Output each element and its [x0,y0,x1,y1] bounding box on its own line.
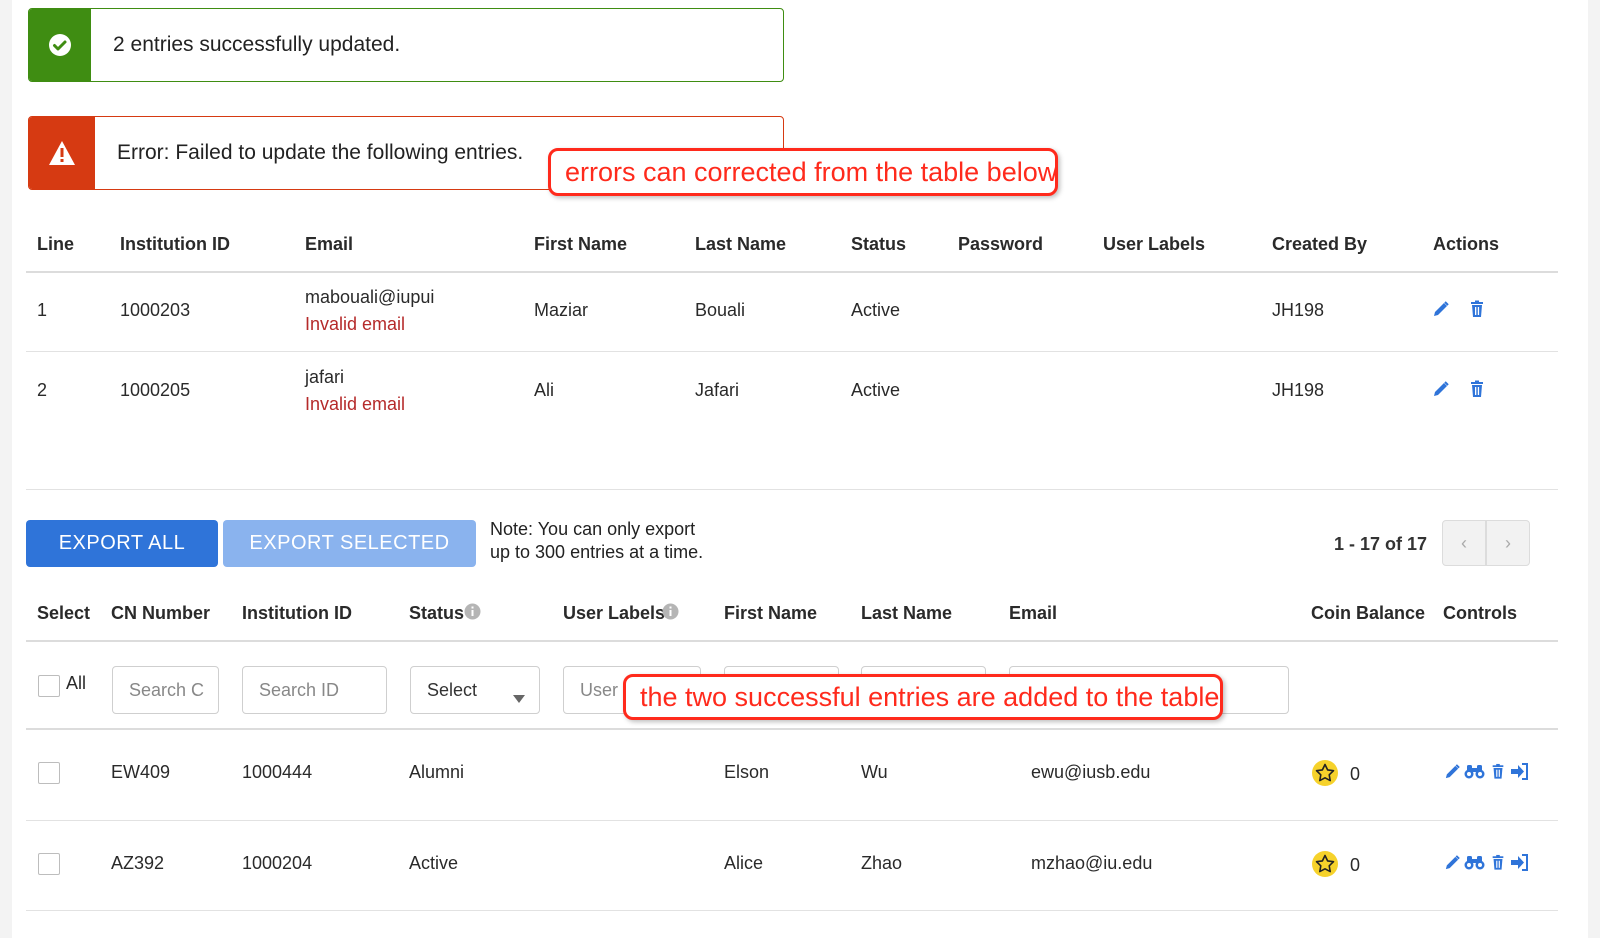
col-first-name: First Name [534,234,628,254]
row-institution-id: 1000204 [242,853,313,873]
row-line: 2 [37,380,48,400]
trash-icon[interactable] [1468,300,1486,323]
row-institution-id: 1000203 [120,300,191,320]
col-password: Password [958,234,1044,254]
trash-icon[interactable] [1490,854,1506,876]
col-institution-id: Institution ID [120,234,230,254]
page: 2 entries successfully updated. Error: F… [12,0,1588,938]
row-first-name: Maziar [534,300,589,320]
row-status: Alumni [409,762,465,782]
row-first-name: Elson [724,762,770,782]
row-divider [26,351,1558,352]
coin-star-icon [1312,760,1338,786]
col-controls: Controls [1443,603,1517,623]
col-email: Email [305,234,354,254]
row-institution-id: 1000444 [242,762,313,782]
col-line: Line [37,234,75,254]
row-status: Active [409,853,459,873]
row-cn-number: EW409 [111,762,171,782]
caret-down-icon [513,687,525,708]
success-alert: 2 entries successfully updated. [28,8,784,82]
section-divider [26,489,1558,490]
divider [26,640,1558,642]
login-icon[interactable] [1510,854,1529,876]
status-select[interactable]: Select [410,666,540,714]
error-message: Error: Failed to update the following en… [117,141,524,164]
export-selected-button[interactable]: EXPORT SELECTED [223,520,476,567]
row-last-name: Bouali [695,300,746,320]
row-status: Active [851,380,901,400]
export-all-button[interactable]: EXPORT ALL [26,520,218,567]
success-message: 2 entries successfully updated. [113,33,401,56]
note-line: Note: You can only export [490,519,696,539]
col-email: Email [1009,603,1058,623]
select-all-checkbox[interactable] [38,675,60,697]
id-search-input[interactable]: Search ID [242,666,387,714]
edit-icon[interactable] [1432,300,1450,323]
row-email: mzhao@iu.edu [1031,853,1153,873]
col-created-by: Created By [1272,234,1368,254]
divider [26,728,1558,730]
chevron-left-icon[interactable]: ‹ [1442,520,1486,566]
info-icon[interactable] [464,603,481,625]
row-coin-balance: 0 [1350,855,1361,875]
chevron-right-icon[interactable]: › [1486,520,1530,566]
col-last-name: Last Name [861,603,953,623]
trash-icon[interactable] [1490,763,1506,785]
row-cn-number: AZ392 [111,853,165,873]
col-status: Status [409,603,465,623]
col-status: Status [851,234,907,254]
row-email: mabouali@iupui [305,287,435,307]
cn-search-input[interactable]: Search C [112,666,219,714]
check-circle-icon [29,9,91,81]
edit-icon[interactable] [1432,380,1450,403]
col-first-name: First Name [724,603,818,623]
row-last-name: Jafari [695,380,740,400]
annotation-success: the two successful entries are added to … [623,674,1223,720]
edit-icon[interactable] [1444,763,1461,785]
row-last-name: Zhao [861,853,903,873]
col-institution-id: Institution ID [242,603,352,623]
row-email: jafari [305,367,345,387]
col-select: Select [37,603,91,623]
col-user-labels: User Labels [1103,234,1206,254]
row-status: Active [851,300,901,320]
export-note: Note: You can only export up to 300 entr… [490,518,703,564]
col-cn-number: CN Number [111,603,211,623]
row-checkbox[interactable] [38,762,60,784]
select-all-label: All [66,673,87,693]
note-line: up to 300 entries at a time. [490,542,704,562]
row-created-by: JH198 [1272,380,1325,400]
row-last-name: Wu [861,762,888,782]
row-institution-id: 1000205 [120,380,191,400]
annotation-errors: errors can corrected from the table belo… [548,148,1058,196]
row-first-name: Alice [724,853,764,873]
binoculars-icon[interactable] [1464,763,1485,785]
email-error: Invalid email [305,314,406,334]
col-coin-balance: Coin Balance [1311,603,1426,623]
row-divider [26,820,1558,821]
row-email: ewu@iusb.edu [1031,762,1151,782]
row-line: 1 [37,300,48,320]
row-created-by: JH198 [1272,300,1325,320]
col-actions: Actions [1433,234,1500,254]
col-user-labels: User Labels [563,603,666,623]
col-last-name: Last Name [695,234,787,254]
row-divider [26,910,1558,911]
info-icon[interactable] [662,603,679,625]
coin-star-icon [1312,851,1338,877]
warning-icon [29,117,95,189]
pagination-info: 1 - 17 of 17 [1334,534,1428,554]
trash-icon[interactable] [1468,380,1486,403]
binoculars-icon[interactable] [1464,854,1485,876]
login-icon[interactable] [1510,763,1529,785]
edit-icon[interactable] [1444,854,1461,876]
status-select-value: Select [427,679,478,700]
row-first-name: Ali [534,380,555,400]
divider [26,271,1558,273]
row-checkbox[interactable] [38,853,60,875]
email-error: Invalid email [305,394,406,414]
row-coin-balance: 0 [1350,764,1361,784]
